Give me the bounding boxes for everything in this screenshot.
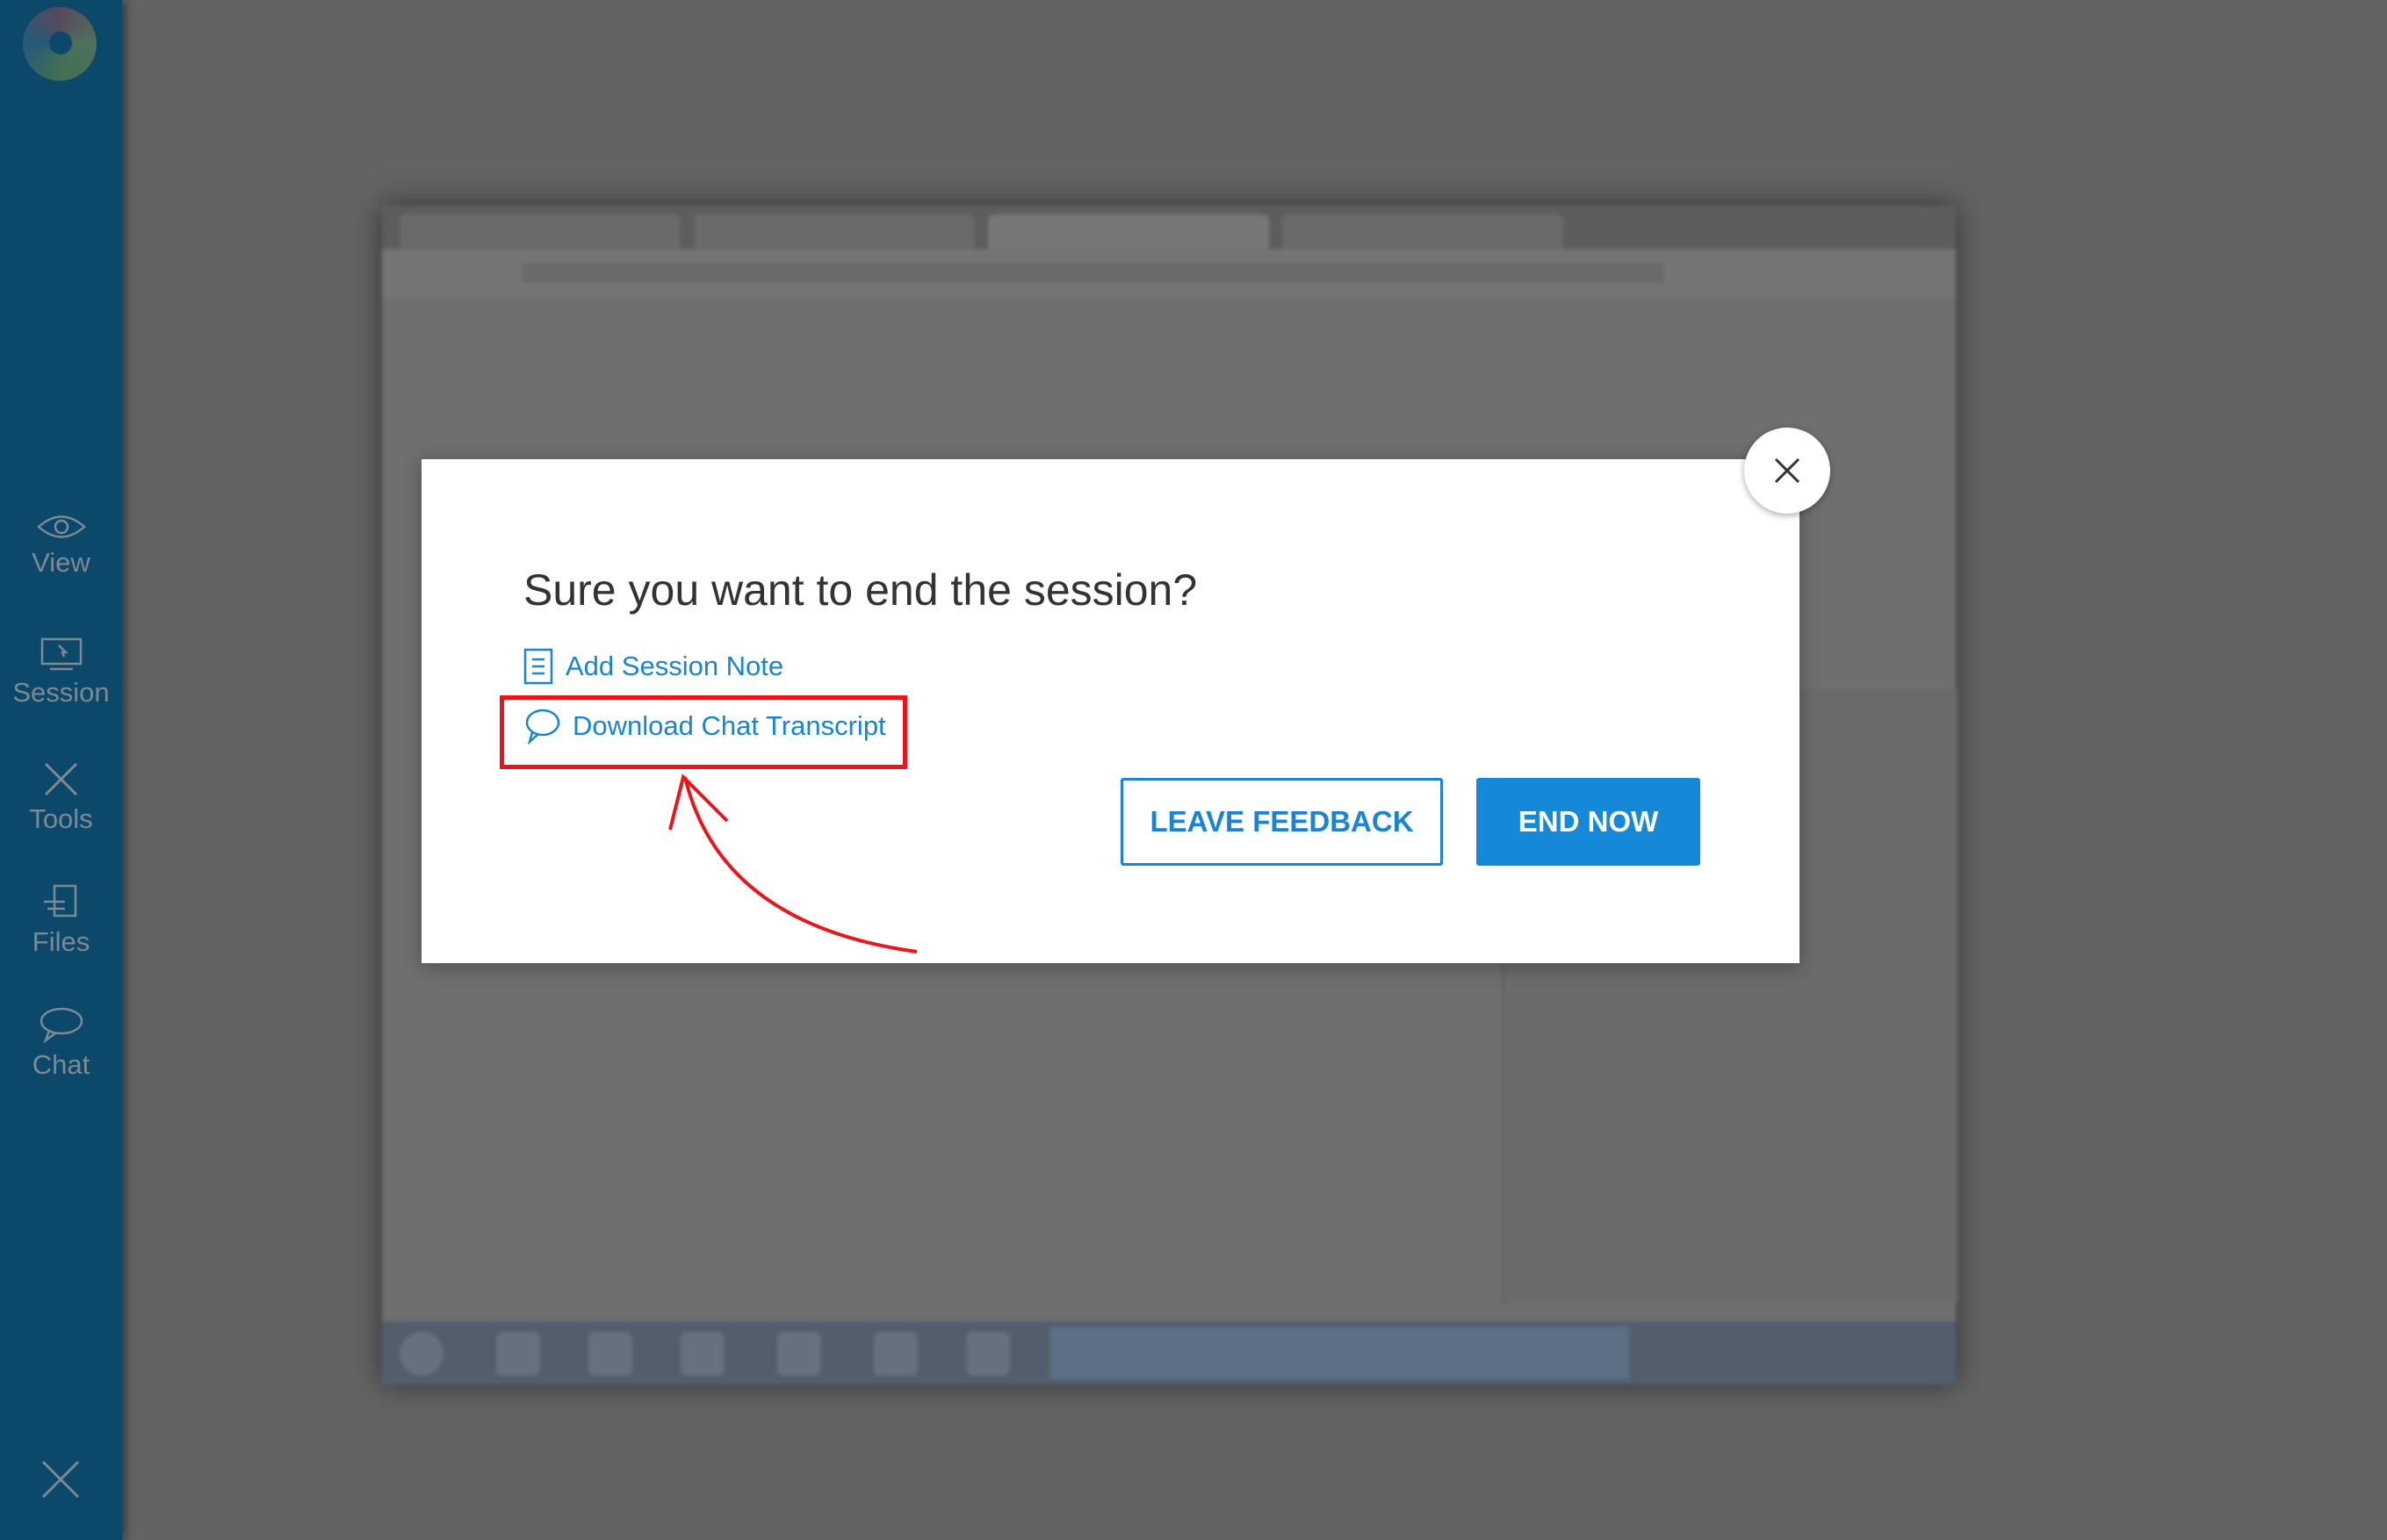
address-bar [382, 249, 1956, 299]
sidebar-item-session[interactable]: Session [0, 637, 122, 709]
files-icon [43, 884, 76, 918]
highlight-box [500, 695, 907, 769]
leave-feedback-button[interactable]: LEAVE FEEDBACK [1121, 778, 1443, 866]
eye-icon [36, 515, 86, 538]
taskbar [382, 1321, 1956, 1385]
sidebar-item-label: Chat [32, 1049, 90, 1080]
sidebar: View Session Tools Files Chat [0, 0, 122, 1540]
dialog-close-button[interactable] [1744, 428, 1830, 514]
browser-tabbar [382, 205, 1956, 249]
add-session-note-label: Add Session Note [566, 651, 784, 681]
sidebar-item-tools[interactable]: Tools [0, 759, 122, 835]
end-now-button[interactable]: END NOW [1476, 778, 1700, 866]
sidebar-item-label: Files [32, 926, 90, 957]
close-icon[interactable] [39, 1457, 83, 1501]
browser-tab [1282, 214, 1563, 249]
browser-tab [400, 214, 681, 249]
close-icon [1774, 457, 1800, 484]
monitor-cursor-icon [40, 637, 82, 671]
sidebar-item-label: View [32, 547, 90, 578]
sidebar-item-label: Tools [29, 803, 93, 834]
sidebar-item-chat[interactable]: Chat [0, 1005, 122, 1081]
dialog-title: Sure you want to end the session? [523, 565, 1198, 615]
browser-tab [988, 214, 1269, 249]
add-session-note-link[interactable]: Add Session Note [523, 648, 783, 685]
end-session-dialog: Sure you want to end the session? Add Se… [422, 459, 1799, 963]
app-logo [23, 7, 97, 81]
sidebar-item-label: Session [12, 677, 110, 708]
tools-icon [44, 762, 77, 796]
browser-tab [694, 214, 975, 249]
note-icon [523, 648, 553, 685]
sidebar-item-files[interactable]: Files [0, 882, 122, 958]
chat-bubble-icon [40, 1007, 83, 1044]
sidebar-item-view[interactable]: View [0, 512, 122, 579]
